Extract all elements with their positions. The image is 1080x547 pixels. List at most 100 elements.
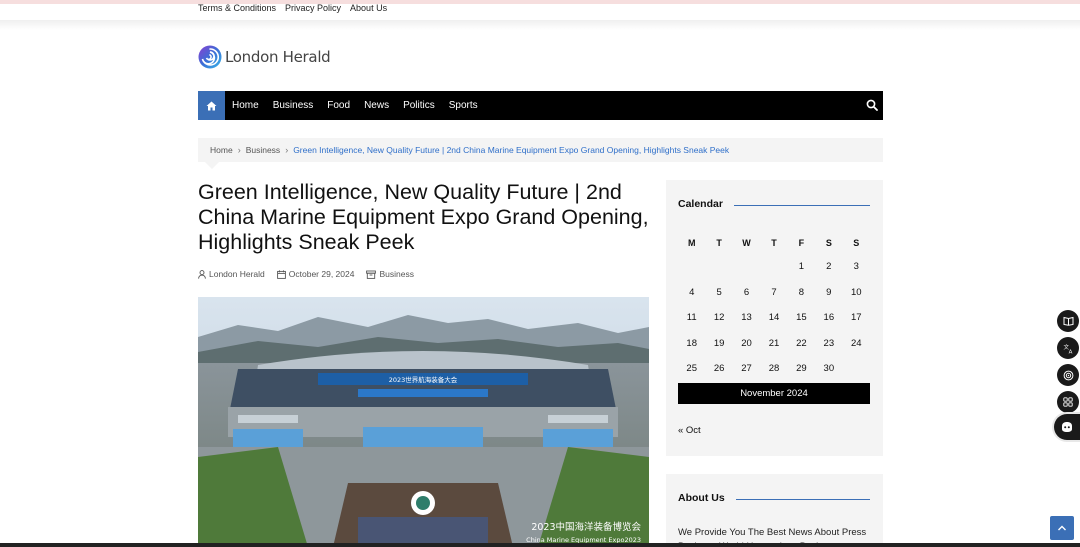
- calendar-table: M T W T F S S 1 2 3 4 5 6 7 8 9 10 11 12…: [678, 232, 870, 382]
- bottom-bar: [0, 543, 1080, 547]
- calendar-title-rule: [734, 205, 870, 206]
- calendar-day: 17: [850, 312, 862, 324]
- calendar-day: 26: [713, 363, 725, 375]
- breadcrumb: Home › Business › Green Intelligence, Ne…: [198, 138, 883, 162]
- chevron-right-icon: ›: [285, 145, 289, 155]
- calendar-day: 28: [768, 363, 780, 375]
- breadcrumb-section[interactable]: Business: [246, 145, 281, 155]
- top-links: Terms & Conditions Privacy Policy About …: [198, 3, 387, 13]
- calendar-day: 27: [741, 363, 752, 375]
- translate-tool-button[interactable]: 文 A: [1057, 337, 1079, 359]
- calendar-day: [705, 254, 732, 280]
- weekday-header: F: [798, 238, 805, 248]
- nav-item-sports[interactable]: Sports: [442, 100, 485, 111]
- header-shadow: [0, 20, 1080, 30]
- calendar-month-label: November 2024: [678, 383, 870, 404]
- calendar-day: [760, 254, 787, 280]
- calendar-day: 1: [798, 261, 805, 273]
- folder-icon: [366, 270, 377, 279]
- calendar-day: 13: [741, 312, 752, 324]
- main-nav: Home Business Food News Politics Sports: [198, 91, 883, 120]
- nav-item-news[interactable]: News: [357, 100, 396, 111]
- meta-author[interactable]: London Herald: [198, 269, 265, 279]
- calendar-day: [678, 254, 705, 280]
- calendar-day: 2: [826, 261, 832, 273]
- nav-item-business[interactable]: Business: [266, 100, 321, 111]
- calendar-day: 16: [823, 312, 835, 324]
- about-widget: About Us We Provide You The Best News Ab…: [666, 474, 883, 547]
- about-title: About Us: [678, 492, 725, 504]
- nav-item-food[interactable]: Food: [320, 100, 357, 111]
- calendar-day: 12: [713, 312, 725, 324]
- calendar-week: 11 12 13 14 15 16 17: [678, 305, 870, 331]
- calendar-day: 25: [686, 363, 697, 375]
- calendar-weekday-row: M T W T F S S: [678, 232, 870, 254]
- calendar-icon: [276, 269, 286, 279]
- article-meta: London Herald October 29, 2024 Business: [198, 269, 414, 279]
- meta-category[interactable]: Business: [366, 269, 414, 279]
- book-icon: [1063, 316, 1073, 326]
- calendar-day: 11: [686, 312, 697, 324]
- breadcrumb-current[interactable]: Green Intelligence, New Quality Future |…: [293, 145, 729, 155]
- calendar-day: 24: [850, 337, 862, 349]
- weekday-header: T: [716, 238, 722, 248]
- calendar-day: 8: [798, 286, 805, 298]
- calendar-day: 19: [713, 337, 725, 349]
- site-name: London Herald: [225, 48, 331, 66]
- calendar-week: 1 2 3: [678, 254, 870, 280]
- privacy-link[interactable]: Privacy Policy: [285, 3, 341, 13]
- image-caption: 2023中国海洋装备博览会: [531, 521, 641, 533]
- breadcrumb-notch: [205, 162, 219, 169]
- nav-home-button[interactable]: [198, 91, 225, 120]
- calendar-week: 4 5 6 7 8 9 10: [678, 280, 870, 306]
- calendar-day: 29: [796, 363, 807, 375]
- back-to-top-button[interactable]: [1050, 516, 1074, 540]
- calendar-day: 9: [826, 286, 832, 298]
- grid-icon: [1063, 397, 1073, 407]
- calendar-day: [733, 254, 760, 280]
- calendar-day: [843, 356, 870, 382]
- calendar-week: 25 26 27 28 29 30: [678, 356, 870, 382]
- terms-link[interactable]: Terms & Conditions: [198, 3, 276, 13]
- weekday-header: W: [742, 238, 751, 248]
- calendar-title: Calendar: [678, 198, 723, 210]
- nav-item-politics[interactable]: Politics: [396, 100, 442, 111]
- meta-date[interactable]: October 29, 2024: [276, 269, 355, 279]
- book-tool-button[interactable]: [1057, 310, 1079, 332]
- calendar-day: 22: [796, 337, 807, 349]
- calendar-day: 23: [823, 337, 835, 349]
- calendar-day: 5: [716, 286, 722, 298]
- side-toolbar: 文 A: [1057, 310, 1079, 413]
- article-hero-image[interactable]: 2023世界航海装备大会 2023中国海洋装备博览会 China Marine …: [198, 297, 649, 547]
- calendar-day: 30: [823, 363, 835, 375]
- assistant-tool-button[interactable]: [1054, 414, 1080, 440]
- calendar-day: 20: [741, 337, 752, 349]
- chevron-up-icon: [1058, 525, 1066, 531]
- home-icon: [206, 101, 217, 110]
- calendar-day: 3: [853, 261, 859, 273]
- about-title-rule: [736, 499, 870, 500]
- target-icon: [1063, 370, 1073, 380]
- target-tool-button[interactable]: [1057, 364, 1079, 386]
- nav-item-home[interactable]: Home: [225, 100, 266, 111]
- calendar-prev-month-link[interactable]: « Oct: [678, 425, 701, 436]
- banner-text: 2023世界航海装备大会: [389, 375, 458, 384]
- author-name: London Herald: [209, 269, 265, 279]
- calendar-day: 7: [771, 286, 777, 298]
- site-logo[interactable]: London Herald: [198, 45, 331, 69]
- search-icon[interactable]: [866, 99, 878, 111]
- calendar-day: 6: [743, 286, 750, 298]
- publish-date: October 29, 2024: [288, 269, 355, 279]
- calendar-widget: Calendar M T W T F S S 1 2 3 4 5 6 7 8 9…: [666, 180, 883, 456]
- about-link[interactable]: About Us: [350, 3, 387, 13]
- category-name: Business: [379, 269, 414, 279]
- calendar-day: 18: [686, 337, 697, 349]
- chevron-right-icon: ›: [237, 145, 241, 155]
- breadcrumb-home[interactable]: Home: [210, 145, 233, 155]
- grid-tool-button[interactable]: [1057, 391, 1079, 413]
- top-strip: [0, 0, 1080, 4]
- user-icon: [198, 269, 206, 279]
- expo-aerial-photo: 2023世界航海装备大会 2023中国海洋装备博览会 China Marine …: [198, 297, 649, 547]
- swirl-logo-icon: [198, 45, 222, 69]
- svg-text:A: A: [1068, 349, 1072, 354]
